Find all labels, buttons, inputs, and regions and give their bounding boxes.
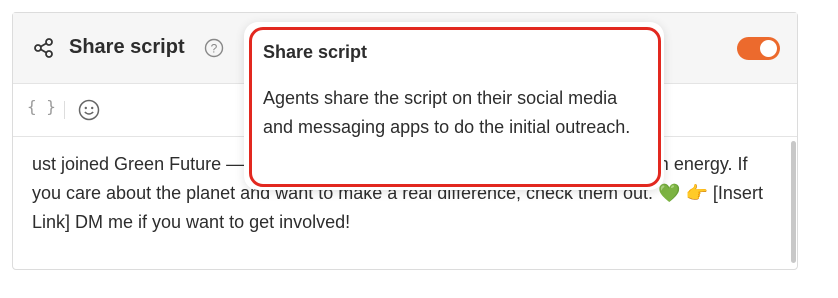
- script-text-part1: ust joined Green Future: [32, 154, 222, 174]
- pointing-hand-emoji: 👉: [685, 183, 708, 203]
- panel-title: Share script: [69, 36, 185, 58]
- svg-text:?: ?: [211, 42, 218, 56]
- share-icon: [33, 37, 55, 59]
- toggle-knob: [760, 40, 777, 57]
- insert-variable-button[interactable]: { }: [27, 97, 56, 116]
- enable-toggle[interactable]: [737, 37, 780, 60]
- tooltip-title: Share script: [263, 42, 368, 62]
- smiley-icon[interactable]: [78, 99, 100, 121]
- help-circle-icon[interactable]: ?: [204, 38, 224, 58]
- editor-scrollbar[interactable]: [791, 141, 796, 263]
- toolbar-divider: [64, 101, 65, 119]
- green-heart-emoji: 💚: [658, 183, 681, 203]
- help-tooltip: Share script Agents share the script on …: [244, 22, 664, 190]
- tooltip-body: Agents share the script on their social …: [263, 88, 631, 137]
